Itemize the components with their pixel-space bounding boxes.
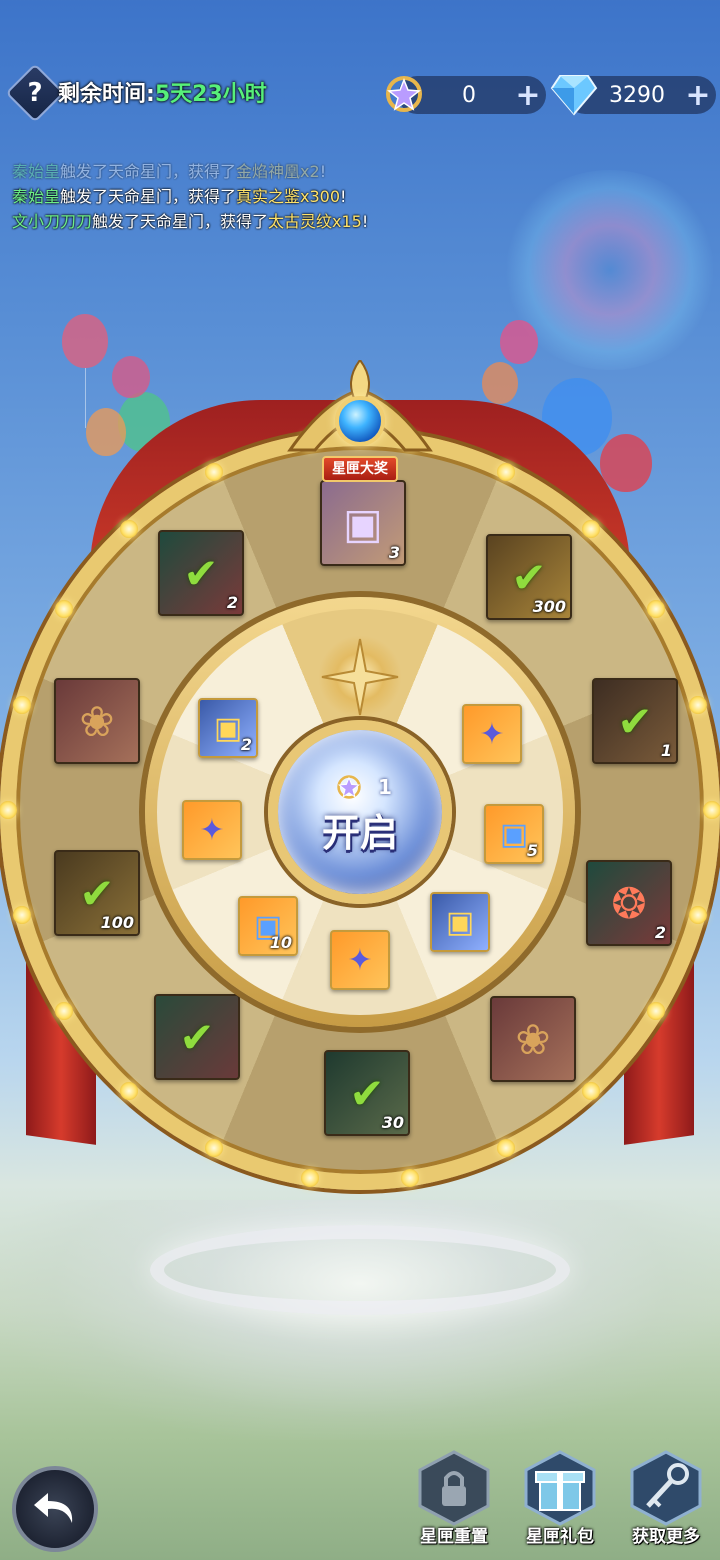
currency-value: 3290	[609, 82, 665, 108]
balloon-string	[85, 368, 86, 428]
prize-slot: ✔ 100	[54, 850, 140, 936]
inner-prize-slot: ✦	[462, 704, 522, 764]
broadcast-message: 秦始皇触发了天命星门，获得了金焰神凰x2!	[12, 162, 327, 181]
rim-light	[497, 1139, 516, 1158]
compass-star-emblem	[318, 635, 402, 719]
back-arrow-icon	[34, 1493, 73, 1523]
stadium-ring	[150, 1225, 570, 1315]
rim-light	[54, 599, 73, 618]
prize-slot: ✔ 30	[324, 1050, 410, 1136]
rim-light	[688, 696, 707, 715]
broadcast-message: 秦始皇触发了天命星门，获得了真实之鉴x300!	[12, 187, 347, 206]
inner-prize-slot: ▣ 5	[484, 804, 544, 864]
rim-light	[703, 801, 720, 819]
prize-slot: ✔ 1	[592, 678, 678, 764]
prize-slot: ❂ 2	[586, 860, 672, 946]
gift-pack-button[interactable]: 星匣礼包	[512, 1450, 608, 1554]
time-label: 剩余时间:	[58, 82, 155, 107]
diamond-icon	[550, 70, 598, 118]
prize-slot: ✔	[154, 994, 240, 1080]
gold-chest-icon: ▣	[445, 904, 475, 940]
add-diamond-button[interactable]: +	[680, 78, 716, 113]
prize-qty: 3	[388, 543, 400, 562]
prize-qty: 10	[269, 933, 292, 952]
balloon-decoration	[500, 320, 538, 364]
rim-light	[581, 519, 600, 538]
currency-value: 0	[462, 82, 476, 108]
time-value: 5天23小时	[154, 82, 267, 107]
prize-slot: ❀	[54, 678, 140, 764]
prize-qty: 300	[532, 597, 566, 616]
get-more-button[interactable]: 获取更多	[618, 1450, 714, 1554]
open-cost: 1	[318, 772, 408, 802]
thorn-crown-icon: ❀	[79, 696, 115, 746]
rim-light	[647, 599, 666, 618]
prize-qty: 30	[381, 1113, 404, 1132]
balloon-decoration	[600, 434, 652, 492]
inner-prize-slot: ✦	[330, 930, 390, 990]
crown-gem	[335, 396, 385, 446]
get-more-label: 获取更多	[632, 1527, 700, 1547]
thorn-crown-icon: ❀	[515, 1014, 551, 1064]
balloon-decoration	[86, 408, 126, 456]
inner-prize-slot: ▣	[430, 892, 490, 952]
prize-qty: 2	[226, 593, 238, 612]
balloon-decoration	[112, 356, 150, 398]
rim-light	[688, 905, 707, 924]
rim-light	[497, 462, 516, 481]
question-icon: ?	[27, 78, 43, 108]
prize-qty: 1	[660, 741, 672, 760]
inner-prize-slot: ▣ 2	[198, 698, 258, 758]
mystery-token-icon: ✦	[479, 716, 505, 752]
rim-light	[581, 1082, 600, 1101]
mystery-token-icon: ✦	[199, 812, 225, 848]
rim-light	[13, 905, 32, 924]
reset-label: 星匣重置	[420, 1527, 488, 1547]
prize-slot: ❀	[490, 996, 576, 1082]
flame-check-icon: ✔	[179, 1012, 215, 1062]
gift-box-icon	[522, 1450, 598, 1526]
open-button-label[interactable]: 开启	[268, 802, 452, 857]
back-button[interactable]	[12, 1466, 98, 1552]
rim-light	[300, 1169, 319, 1188]
prize-slot-grand: ▣ 3	[320, 480, 406, 566]
prize-qty: 2	[654, 923, 666, 942]
broadcast-message: 文小刀刀刀触发了天命星门，获得了太古灵纹x15!	[12, 212, 369, 231]
add-star-key-button[interactable]: +	[510, 78, 546, 113]
lock-icon	[416, 1450, 492, 1526]
star-key-icon	[380, 70, 428, 118]
inner-prize-slot: ▣ 10	[238, 896, 298, 956]
star-key-icon	[337, 775, 361, 799]
balloon-decoration	[62, 314, 108, 368]
mystery-token-icon: ✦	[347, 942, 373, 978]
prize-qty: 100	[100, 913, 134, 932]
remaining-time: 剩余时间:5天23小时	[58, 76, 267, 108]
reset-button[interactable]: 星匣重置	[406, 1450, 502, 1554]
prize-slot: ✔ 300	[486, 534, 572, 620]
inner-prize-slot: ✦	[182, 800, 242, 860]
key-icon	[628, 1450, 704, 1526]
open-cost-value: 1	[378, 775, 392, 799]
rim-light	[204, 462, 223, 481]
rim-light	[54, 1002, 73, 1021]
prize-qty: 5	[526, 841, 538, 860]
prize-slot: ✔ 2	[158, 530, 244, 616]
help-button[interactable]: ?	[5, 63, 65, 123]
balloon-decoration	[482, 362, 518, 404]
grand-prize-tag: 星匣大奖	[322, 456, 398, 482]
gift-pack-label: 星匣礼包	[526, 1527, 594, 1547]
prize-qty: 2	[240, 735, 252, 754]
